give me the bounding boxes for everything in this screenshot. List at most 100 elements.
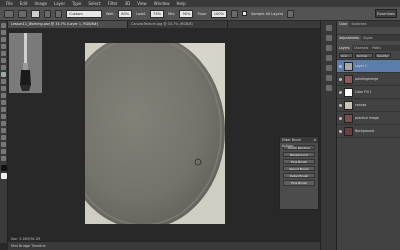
blend-combo-select[interactable]: Custom: [66, 9, 102, 18]
tool-preset-button[interactable]: [4, 9, 14, 18]
background-color-swatch[interactable]: [0, 173, 7, 179]
action-fine-brush-2[interactable]: Fine Brush: [283, 180, 315, 186]
history-icon[interactable]: [325, 25, 332, 31]
visibility-eye-icon[interactable]: [339, 129, 342, 133]
load-brush-button[interactable]: [44, 9, 51, 18]
blend-mode-select[interactable]: Normal: [355, 52, 373, 58]
visibility-eye-icon[interactable]: [339, 64, 342, 68]
foreground-color-swatch[interactable]: [0, 165, 7, 171]
sample-all-layers-checkbox[interactable]: [241, 11, 247, 16]
menu-file[interactable]: File: [6, 0, 13, 7]
action-detail-brush[interactable]: Detail Brush: [283, 172, 315, 179]
quick-select-tool-icon[interactable]: [1, 44, 6, 49]
paragraph-icon[interactable]: [325, 75, 332, 81]
airbrush-icon[interactable]: [230, 9, 238, 18]
wet-field[interactable]: 80%: [118, 9, 133, 18]
menu-bar: File Edit Image Layer Type Select Filter…: [0, 0, 400, 7]
brush-preview: [9, 33, 42, 93]
layer-row-paintingmerge[interactable]: paintingmerge: [337, 73, 400, 86]
tab-color[interactable]: Color: [337, 21, 350, 27]
layer-thumbnail: [344, 87, 353, 97]
move-tool-icon[interactable]: [1, 23, 6, 28]
panel-menu-icon[interactable]: ≡: [313, 137, 316, 143]
pressure-icon[interactable]: [287, 9, 295, 18]
visibility-eye-icon[interactable]: [339, 103, 342, 107]
current-load-swatch[interactable]: [31, 9, 40, 18]
load-label: Load:: [136, 11, 147, 16]
flow-field[interactable]: 100%: [210, 9, 227, 18]
type-tool-icon[interactable]: [1, 128, 6, 133]
menu-edit[interactable]: Edit: [20, 0, 28, 7]
eraser-tool-icon[interactable]: [1, 93, 6, 98]
layer-kind-select[interactable]: Kind: [339, 52, 353, 58]
sample-all-layers-label: Sample All Layers: [250, 11, 284, 16]
actions-icon[interactable]: [325, 35, 332, 41]
tab-layers[interactable]: Layers: [337, 45, 352, 51]
marquee-tool-icon[interactable]: [1, 30, 6, 35]
tab-lesson11[interactable]: Lesson11_Working.psd @ 33.7% (Layer 1, R…: [8, 21, 128, 28]
layer-row-background[interactable]: Background: [337, 125, 400, 138]
action-fine-brush[interactable]: Fine Brush: [283, 158, 315, 165]
brush-preset-button[interactable]: [18, 9, 27, 18]
document-canvas[interactable]: [85, 43, 225, 224]
layer-row-color-fill[interactable]: Color Fill 1: [337, 86, 400, 99]
shape-tool-icon[interactable]: [1, 142, 6, 147]
character-icon[interactable]: [325, 65, 332, 71]
eyedropper-tool-icon[interactable]: [1, 58, 6, 63]
tab-styles[interactable]: Styles: [361, 35, 375, 41]
panel-dock-strip: [320, 21, 336, 250]
visibility-eye-icon[interactable]: [339, 90, 342, 94]
action-background[interactable]: Background: [283, 151, 315, 158]
menu-layer[interactable]: Layer: [54, 0, 65, 7]
gradient-tool-icon[interactable]: [1, 100, 6, 105]
tab-canvas-texture[interactable]: CanvasTexture.jpg @ 33.7% (RGB/8): [128, 21, 228, 28]
layer-row-canvas[interactable]: canvas: [337, 99, 400, 112]
brush-icon: [20, 33, 31, 91]
menu-3d[interactable]: 3D: [125, 0, 131, 7]
menu-image[interactable]: Image: [34, 0, 47, 7]
mixer-brush-tool-icon[interactable]: [1, 72, 6, 77]
brush-panel-icon[interactable]: [325, 45, 332, 51]
tab-adjustments[interactable]: Adjustments: [337, 35, 361, 41]
bottom-panel-tabs[interactable]: Mini Bridge Timeline: [8, 242, 320, 250]
layer-thumbnail: [344, 126, 353, 136]
zoom-tool-icon[interactable]: [1, 156, 6, 161]
visibility-eye-icon[interactable]: [339, 116, 342, 120]
menu-help[interactable]: Help: [176, 0, 185, 7]
crop-tool-icon[interactable]: [1, 51, 6, 56]
mix-field[interactable]: 90%: [179, 9, 194, 18]
brush-presets-icon[interactable]: [325, 55, 332, 61]
actions-panel-title: Mixer Brush Actions: [282, 138, 301, 148]
layer-row-layer-1[interactable]: Layer 1: [337, 60, 400, 73]
blur-tool-icon[interactable]: [1, 107, 6, 112]
dodge-tool-icon[interactable]: [1, 114, 6, 119]
load-field[interactable]: 75%: [150, 9, 165, 18]
action-photo-painting[interactable]: Photo Painting: [283, 144, 315, 151]
action-round-brush[interactable]: Round Brush: [283, 165, 315, 172]
workspace-switcher[interactable]: Essentials: [375, 9, 397, 18]
layer-row-practice-image[interactable]: practice image: [337, 112, 400, 125]
clean-brush-button[interactable]: [55, 9, 62, 18]
menu-select[interactable]: Select: [88, 0, 100, 7]
tab-channels[interactable]: Channels: [352, 45, 371, 51]
menu-type[interactable]: Type: [72, 0, 81, 7]
mix-label: Mix:: [168, 11, 176, 16]
pen-tool-icon[interactable]: [1, 121, 6, 126]
path-select-tool-icon[interactable]: [1, 135, 6, 140]
menu-filter[interactable]: Filter: [108, 0, 118, 7]
layer-filter-bar: Kind Normal Opacity:: [337, 51, 400, 60]
layers-list: Layer 1 paintingmerge Color Fill 1 canva…: [337, 60, 400, 138]
menu-view[interactable]: View: [137, 0, 147, 7]
tab-swatches[interactable]: Swatches: [349, 21, 368, 27]
history-brush-tool-icon[interactable]: [1, 86, 6, 91]
actions-panel: Mixer Brush Actions ≡ Photo Painting Bac…: [279, 136, 319, 210]
layer-name: Layer 1: [355, 64, 367, 68]
clone-stamp-tool-icon[interactable]: [1, 79, 6, 84]
visibility-eye-icon[interactable]: [339, 77, 342, 81]
hand-tool-icon[interactable]: [1, 149, 6, 154]
info-icon[interactable]: [325, 85, 332, 91]
lasso-tool-icon[interactable]: [1, 37, 6, 42]
healing-tool-icon[interactable]: [1, 65, 6, 70]
tab-paths[interactable]: Paths: [370, 45, 383, 51]
menu-window[interactable]: Window: [154, 0, 170, 7]
